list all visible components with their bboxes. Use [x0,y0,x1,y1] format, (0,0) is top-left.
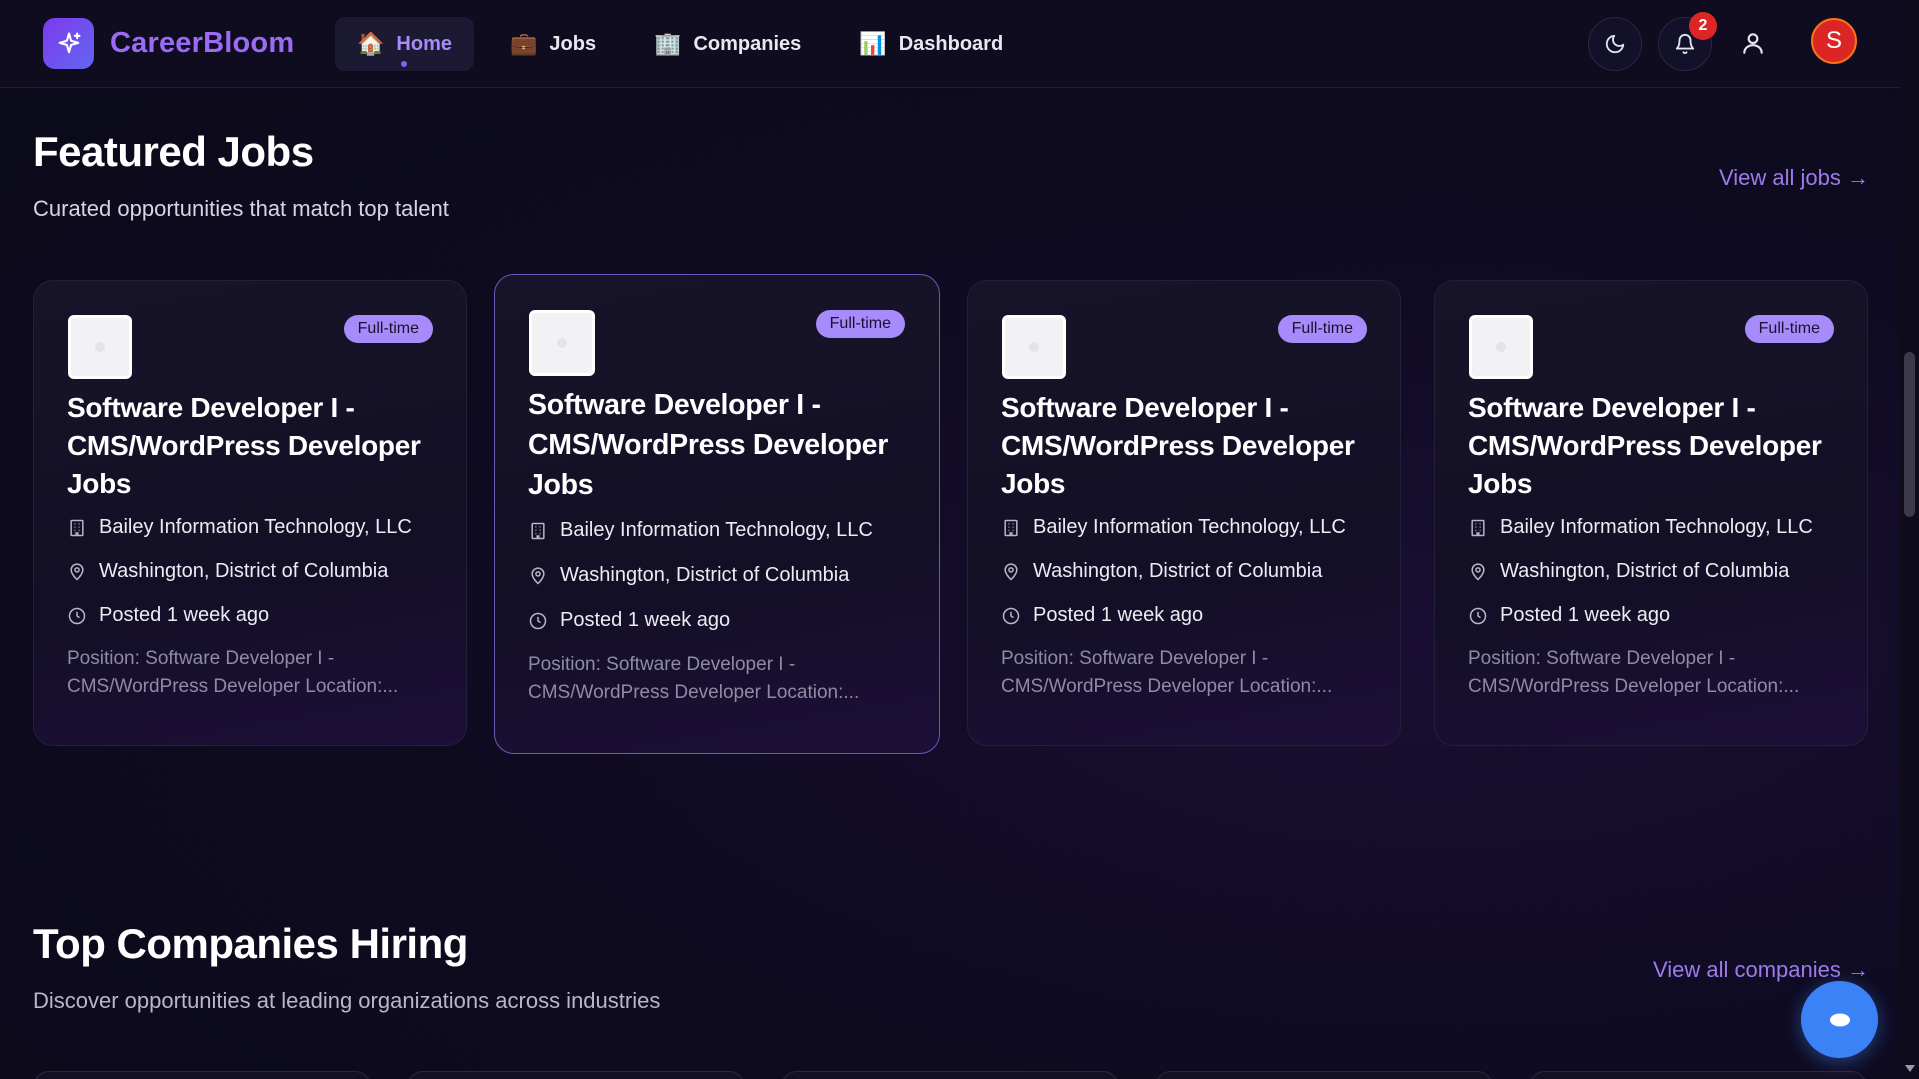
job-posted: Posted 1 week ago [1001,604,1203,627]
job-description: Position: Software Developer I - CMS/Wor… [67,648,399,697]
job-company: Bailey Information Technology, LLC [1468,516,1813,539]
nav-home[interactable]: 🏠 Home [335,17,474,71]
job-type-badge: Full-time [343,315,433,343]
map-pin-icon [531,566,545,585]
nav-jobs-label: Jobs [549,32,597,55]
job-location: Washington, District of Columbia [528,564,849,587]
job-location: Washington, District of Columbia [1468,560,1789,583]
clock-icon [529,612,547,629]
job-posted: Posted 1 week ago [67,604,269,627]
job-title[interactable]: Software Developer I - CMS/WordPress Dev… [1468,389,1828,503]
chat-button[interactable] [1801,981,1878,1058]
nav-dashboard-label: Dashboard [898,32,1004,55]
top-companies-subtitle: Discover opportunities at leading organi… [33,988,661,1013]
main-nav: 🏠 Home 💼 Jobs 🏢 Companies 📊 Dashboard [335,17,1025,71]
job-card[interactable]: Full-time Software Developer I - CMS/Wor… [494,274,940,754]
company-name: Bailey Information Technology, LLC [560,519,873,541]
job-type-badge: Full-time [815,310,905,338]
view-all-companies-link[interactable]: View all companies → [1653,957,1869,983]
job-description: Position: Software Developer I - CMS/Wor… [528,654,860,703]
view-all-jobs-link[interactable]: View all jobs → [1719,165,1869,191]
profile-button[interactable] [1740,30,1770,60]
scroll-down-arrow-icon[interactable] [1905,1065,1915,1073]
building-icon [1004,519,1018,536]
posted-text: Posted 1 week ago [1033,604,1204,626]
job-location: Washington, District of Columbia [67,560,388,583]
moon-icon [1605,34,1625,54]
job-card[interactable]: Full-time Software Developer I - CMS/Wor… [1434,280,1868,746]
nav-jobs[interactable]: 💼 Jobs [488,17,618,71]
briefcase-icon: 💼 [509,31,538,57]
job-company: Bailey Information Technology, LLC [1001,516,1346,539]
theme-toggle-button[interactable] [1588,17,1642,71]
posted-text: Posted 1 week ago [99,604,270,626]
page-scrollbar[interactable] [1900,0,1919,1079]
job-posted: Posted 1 week ago [1468,604,1670,627]
company-logo [1469,315,1533,379]
company-name: Bailey Information Technology, LLC [99,516,412,538]
job-company: Bailey Information Technology, LLC [67,516,412,539]
location-text: Washington, District of Columbia [99,560,389,582]
clock-icon [1469,607,1487,624]
job-posted: Posted 1 week ago [528,609,730,632]
job-title[interactable]: Software Developer I - CMS/WordPress Dev… [528,385,908,505]
posted-text: Posted 1 week ago [560,609,731,631]
bar-chart-icon: 📊 [859,31,887,57]
clock-icon [1002,607,1020,624]
scrollbar-thumb[interactable] [1904,352,1915,517]
top-navbar: CareerBloom 🏠 Home 💼 Jobs 🏢 Companies 📊 … [0,0,1900,88]
job-card[interactable]: Full-time Software Developer I - CMS/Wor… [967,280,1401,746]
office-building-icon: 🏢 [654,31,682,57]
job-description: Position: Software Developer I - CMS/Wor… [1468,648,1800,697]
company-logo [529,310,595,376]
nav-dashboard[interactable]: 📊 Dashboard [837,17,1025,71]
company-name: Bailey Information Technology, LLC [1500,516,1813,538]
company-card[interactable] [1529,1071,1867,1079]
nav-companies-label: Companies [693,32,802,55]
company-card[interactable] [407,1071,745,1079]
sparkle-icon [43,18,94,69]
nav-home-label: Home [396,32,452,55]
company-logo [68,315,132,379]
map-pin-icon [1004,562,1018,581]
job-type-badge: Full-time [1744,315,1834,343]
brand-name: CareerBloom [110,27,295,59]
job-title[interactable]: Software Developer I - CMS/WordPress Dev… [1001,389,1361,503]
job-location: Washington, District of Columbia [1001,560,1322,583]
company-card[interactable] [33,1071,371,1079]
house-icon: 🏠 [357,31,385,57]
clock-icon [68,607,86,624]
user-icon [1743,33,1763,54]
job-company: Bailey Information Technology, LLC [528,519,873,542]
chat-bubble-icon [1829,1013,1850,1026]
featured-jobs-title: Featured Jobs [33,128,314,175]
nav-companies[interactable]: 🏢 Companies [632,17,823,71]
notifications-button[interactable]: 2 [1658,12,1717,71]
brand-logo[interactable]: CareerBloom [43,18,294,69]
location-text: Washington, District of Columbia [1033,560,1323,582]
top-companies-title: Top Companies Hiring [33,920,468,967]
posted-text: Posted 1 week ago [1500,604,1671,626]
company-card[interactable] [1155,1071,1493,1079]
location-text: Washington, District of Columbia [560,564,850,586]
company-name: Bailey Information Technology, LLC [1033,516,1346,538]
job-card[interactable]: Full-time Software Developer I - CMS/Wor… [33,280,467,746]
job-type-badge: Full-time [1277,315,1367,343]
map-pin-icon [70,562,84,581]
job-description: Position: Software Developer I - CMS/Wor… [1001,648,1333,697]
job-title[interactable]: Software Developer I - CMS/WordPress Dev… [67,389,427,503]
building-icon [531,522,545,539]
featured-jobs-subtitle: Curated opportunities that match top tal… [33,196,449,221]
building-icon [1471,519,1485,536]
building-icon [70,519,84,536]
avatar[interactable]: S [1811,18,1857,64]
location-text: Washington, District of Columbia [1500,560,1790,582]
company-card[interactable] [781,1071,1119,1079]
map-pin-icon [1471,562,1485,581]
company-logo [1002,315,1066,379]
notification-badge: 2 [1689,12,1717,40]
